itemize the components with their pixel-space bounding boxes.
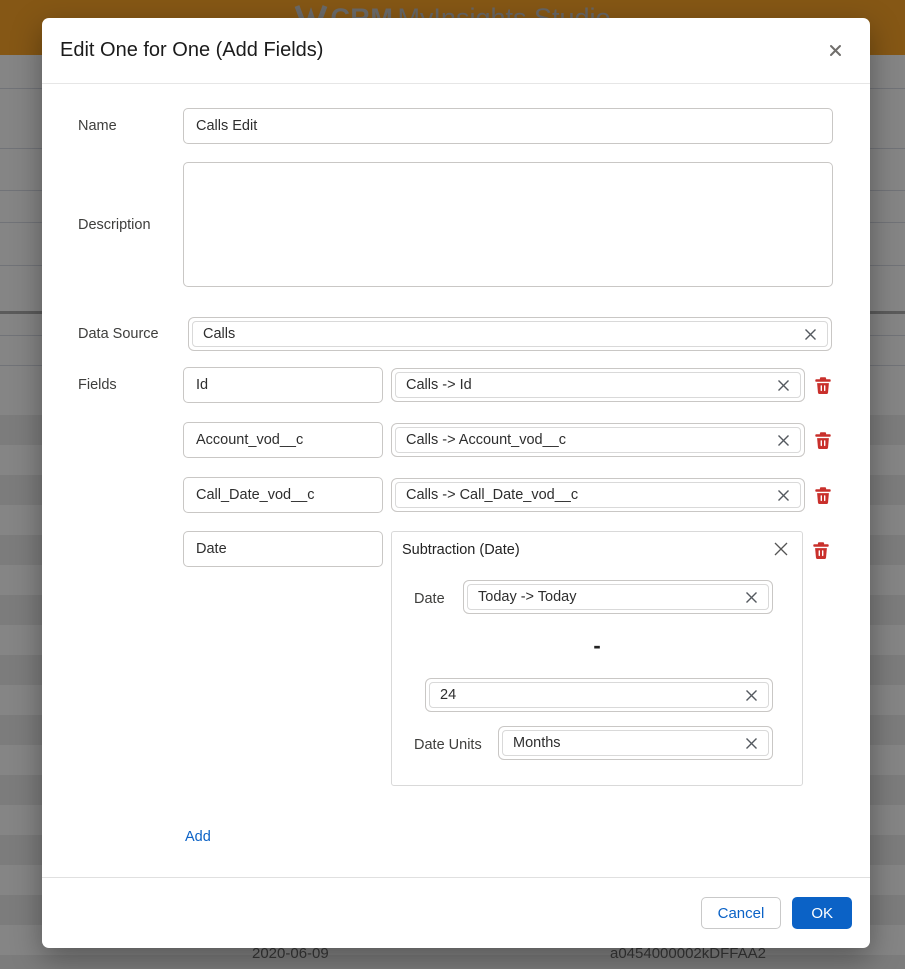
field-mapping-clear-button[interactable]	[773, 377, 794, 394]
data-source-label: Data Source	[78, 326, 183, 342]
delete-field-button[interactable]	[814, 431, 832, 450]
date-units-label: Date Units	[414, 737, 482, 753]
data-source-clear-button[interactable]	[800, 326, 821, 343]
field-mapping-value: Calls -> Account_vod__c	[406, 432, 773, 448]
field-mapping-select[interactable]: Calls -> Id	[391, 368, 805, 402]
fields-section: Fields Id Calls -> Id	[78, 367, 833, 846]
delete-icon	[814, 431, 832, 450]
field-mapping-select[interactable]: Calls -> Call_Date_vod__c	[391, 478, 805, 512]
name-label: Name	[78, 118, 183, 134]
delete-icon	[814, 486, 832, 505]
field-row-formula: Date Subtraction (Date) Date Today -> To…	[183, 531, 833, 786]
date-select[interactable]: Today -> Today	[463, 580, 773, 614]
date-label: Date	[414, 591, 445, 607]
field-row: Call_Date_vod__c Calls -> Call_Date_vod_…	[183, 477, 833, 513]
clear-icon	[743, 589, 760, 606]
delete-icon	[814, 376, 832, 395]
field-mapping-clear-button[interactable]	[773, 432, 794, 449]
field-row: Id Calls -> Id	[183, 367, 833, 403]
field-row: Account_vod__c Calls -> Account_vod__c	[183, 422, 833, 458]
date-value: Today -> Today	[478, 589, 741, 605]
field-mapping-value: Calls -> Call_Date_vod__c	[406, 487, 773, 503]
delete-icon	[812, 541, 830, 560]
field-name-input[interactable]: Account_vod__c	[183, 422, 383, 458]
close-icon	[771, 539, 791, 559]
add-field-link[interactable]: Add	[185, 829, 211, 845]
date-units-clear-button[interactable]	[741, 735, 762, 752]
ok-button[interactable]: OK	[792, 897, 852, 929]
minus-operator: -	[392, 632, 802, 660]
description-textarea[interactable]	[183, 162, 833, 287]
field-name-input[interactable]: Call_Date_vod__c	[183, 477, 383, 513]
dialog-header: Edit One for One (Add Fields)	[42, 18, 870, 84]
data-source-row: Data Source Calls	[78, 317, 833, 351]
field-mapping-value: Calls -> Id	[406, 377, 773, 393]
data-source-select[interactable]: Calls	[188, 317, 832, 351]
subtraction-panel: Subtraction (Date) Date Today -> Today	[391, 531, 803, 786]
cancel-button[interactable]: Cancel	[701, 897, 782, 929]
clear-icon	[802, 326, 819, 343]
field-mapping-clear-button[interactable]	[773, 487, 794, 504]
date-clear-button[interactable]	[741, 589, 762, 606]
description-row: Description	[78, 162, 833, 287]
amount-select[interactable]: 24	[425, 678, 773, 712]
dialog-title: Edit One for One (Add Fields)	[60, 39, 824, 62]
description-label: Description	[78, 217, 183, 233]
name-input[interactable]: Calls Edit	[183, 108, 833, 144]
clear-icon	[743, 687, 760, 704]
delete-field-button[interactable]	[814, 376, 832, 395]
close-button[interactable]	[824, 40, 846, 62]
date-units-value: Months	[513, 735, 741, 751]
amount-value: 24	[440, 687, 741, 703]
clear-icon	[743, 735, 760, 752]
amount-clear-button[interactable]	[741, 687, 762, 704]
field-name-input[interactable]: Id	[183, 367, 383, 403]
clear-icon	[775, 377, 792, 394]
fields-label: Fields	[78, 367, 183, 393]
close-icon	[829, 44, 842, 57]
subtraction-close-button[interactable]	[771, 539, 791, 562]
data-source-value: Calls	[203, 326, 800, 342]
clear-icon	[775, 432, 792, 449]
field-mapping-select[interactable]: Calls -> Account_vod__c	[391, 423, 805, 457]
field-name-input[interactable]: Date	[183, 531, 383, 567]
dialog-footer: Cancel OK	[42, 877, 870, 948]
subtraction-panel-title: Subtraction (Date)	[402, 542, 520, 558]
name-row: Name Calls Edit	[78, 108, 833, 144]
edit-one-for-one-dialog: Edit One for One (Add Fields) Name Calls…	[42, 18, 870, 948]
dialog-body: Name Calls Edit Description Data Source …	[42, 84, 870, 877]
delete-field-button[interactable]	[814, 486, 832, 505]
delete-field-button[interactable]	[812, 541, 830, 560]
clear-icon	[775, 487, 792, 504]
date-units-select[interactable]: Months	[498, 726, 773, 760]
